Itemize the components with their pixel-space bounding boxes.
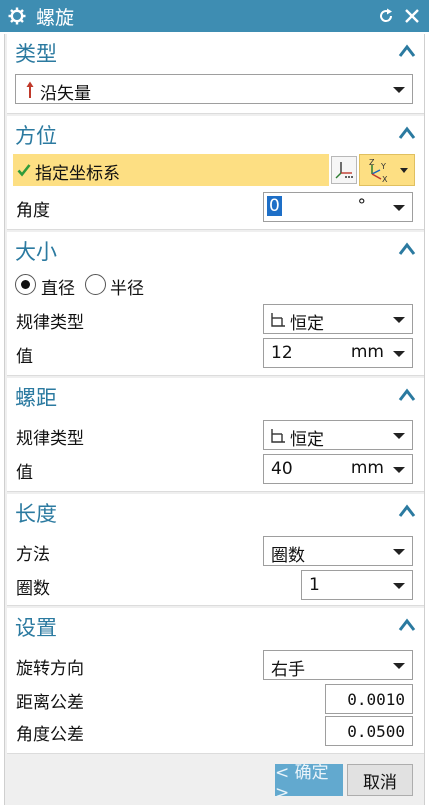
chevron-down-icon: [393, 317, 405, 323]
angle-tolerance-field[interactable]: 0.0500: [325, 716, 413, 746]
group-pitch-header[interactable]: 螺距: [7, 378, 424, 412]
group-settings: 设置 旋转方向 右手 距离公差 0.0010 角度公差 0.0500: [7, 608, 424, 754]
pitch-unit: mm: [350, 458, 384, 478]
pitch-value-field[interactable]: 40 mm: [263, 454, 413, 484]
collapse-icon[interactable]: [396, 122, 418, 144]
angle-unit: °: [357, 196, 367, 216]
pitch-law-value: 恒定: [290, 430, 324, 450]
window-title: 螺旋: [36, 6, 75, 29]
angle-tolerance-label: 角度公差: [16, 725, 84, 745]
chevron-down-icon[interactable]: [393, 467, 405, 473]
pitch-law-label: 规律类型: [16, 429, 84, 449]
distance-tolerance-field[interactable]: 0.0010: [325, 684, 413, 714]
svg-text:X: X: [382, 175, 388, 184]
group-pitch: 螺距 规律类型 恒定 值 40 mm: [7, 378, 424, 492]
group-length-header[interactable]: 长度: [7, 494, 424, 528]
chevron-down-icon: [393, 663, 405, 669]
constant-law-icon: [270, 312, 286, 333]
close-icon[interactable]: [403, 7, 421, 25]
group-size: 大小 直径 半径 规律类型 恒定 值 12 mm: [7, 232, 424, 376]
group-type: 类型 沿矢量: [7, 34, 424, 114]
chevron-down-icon[interactable]: [393, 583, 405, 589]
chevron-down-icon: [393, 87, 405, 93]
size-value-field[interactable]: 12 mm: [263, 338, 413, 368]
specify-csys-label: 指定坐标系: [35, 164, 120, 184]
size-law-label: 规律类型: [16, 313, 84, 333]
group-length-title: 长度: [15, 502, 57, 526]
radio-radius[interactable]: [85, 274, 106, 295]
dialog-body: 类型 沿矢量 方位 指定坐标系 Z Y X 角度 0 ° 大小 直径 半径 规律…: [4, 34, 425, 805]
group-pitch-title: 螺距: [15, 386, 57, 410]
length-method-label: 方法: [16, 545, 50, 565]
group-size-title: 大小: [15, 240, 57, 264]
group-length: 长度 方法 圈数 圈数 1: [7, 494, 424, 606]
distance-tolerance-label: 距离公差: [16, 693, 84, 713]
angle-value[interactable]: 0: [267, 196, 282, 216]
length-method-value: 圈数: [271, 546, 305, 566]
title-bar: 螺旋: [0, 0, 429, 32]
direction-label: 旋转方向: [16, 659, 84, 679]
group-type-title: 类型: [15, 42, 57, 66]
collapse-icon[interactable]: [396, 384, 418, 406]
group-settings-header[interactable]: 设置: [7, 608, 424, 642]
csys-dialog-button[interactable]: [331, 156, 357, 184]
svg-text:Y: Y: [380, 162, 386, 171]
collapse-icon[interactable]: [396, 238, 418, 260]
type-dropdown[interactable]: 沿矢量: [15, 74, 413, 104]
turns-value[interactable]: 1: [309, 575, 320, 595]
direction-value: 右手: [271, 660, 305, 680]
direction-dropdown[interactable]: 右手: [263, 650, 413, 680]
radio-radius-label[interactable]: 半径: [110, 274, 144, 299]
size-value[interactable]: 12: [271, 343, 293, 363]
group-size-header[interactable]: 大小: [7, 232, 424, 266]
checkmark-icon: [17, 162, 31, 182]
constant-law-icon: [270, 428, 286, 449]
group-orientation-title: 方位: [15, 124, 57, 148]
gear-icon[interactable]: [8, 7, 26, 25]
collapse-icon[interactable]: [396, 614, 418, 636]
reset-icon[interactable]: [377, 7, 395, 25]
radio-diameter-label[interactable]: 直径: [41, 274, 75, 299]
angle-label: 角度: [16, 201, 50, 221]
size-law-dropdown[interactable]: 恒定: [263, 304, 413, 334]
pitch-value[interactable]: 40: [271, 459, 293, 479]
ok-button[interactable]: < 确定 >: [275, 763, 343, 803]
cancel-button[interactable]: 取消: [347, 764, 413, 796]
collapse-icon[interactable]: [396, 500, 418, 522]
group-orientation-header[interactable]: 方位: [7, 116, 424, 150]
size-law-value: 恒定: [290, 314, 324, 334]
vector-arrow-icon: [26, 81, 34, 104]
chevron-down-icon[interactable]: [393, 351, 405, 357]
group-orientation: 方位 指定坐标系 Z Y X 角度 0 °: [7, 116, 424, 230]
pitch-value-label: 值: [16, 463, 33, 483]
size-value-label: 值: [16, 347, 33, 367]
specify-csys-row[interactable]: 指定坐标系: [13, 154, 329, 186]
group-settings-title: 设置: [15, 616, 57, 640]
chevron-down-icon: [400, 168, 408, 173]
length-method-dropdown[interactable]: 圈数: [263, 536, 413, 566]
csys-type-dropdown[interactable]: Z Y X: [359, 154, 415, 186]
radio-diameter[interactable]: [15, 274, 36, 295]
chevron-down-icon: [393, 549, 405, 555]
type-selection: 沿矢量: [40, 84, 91, 104]
chevron-down-icon: [393, 433, 405, 439]
angle-field[interactable]: 0 °: [263, 192, 413, 222]
pitch-law-dropdown[interactable]: 恒定: [263, 420, 413, 450]
turns-field[interactable]: 1: [301, 570, 413, 600]
chevron-down-icon[interactable]: [393, 205, 405, 211]
size-unit: mm: [350, 342, 384, 362]
group-type-header[interactable]: 类型: [7, 34, 424, 68]
turns-label: 圈数: [16, 579, 50, 599]
collapse-icon[interactable]: [396, 40, 418, 62]
